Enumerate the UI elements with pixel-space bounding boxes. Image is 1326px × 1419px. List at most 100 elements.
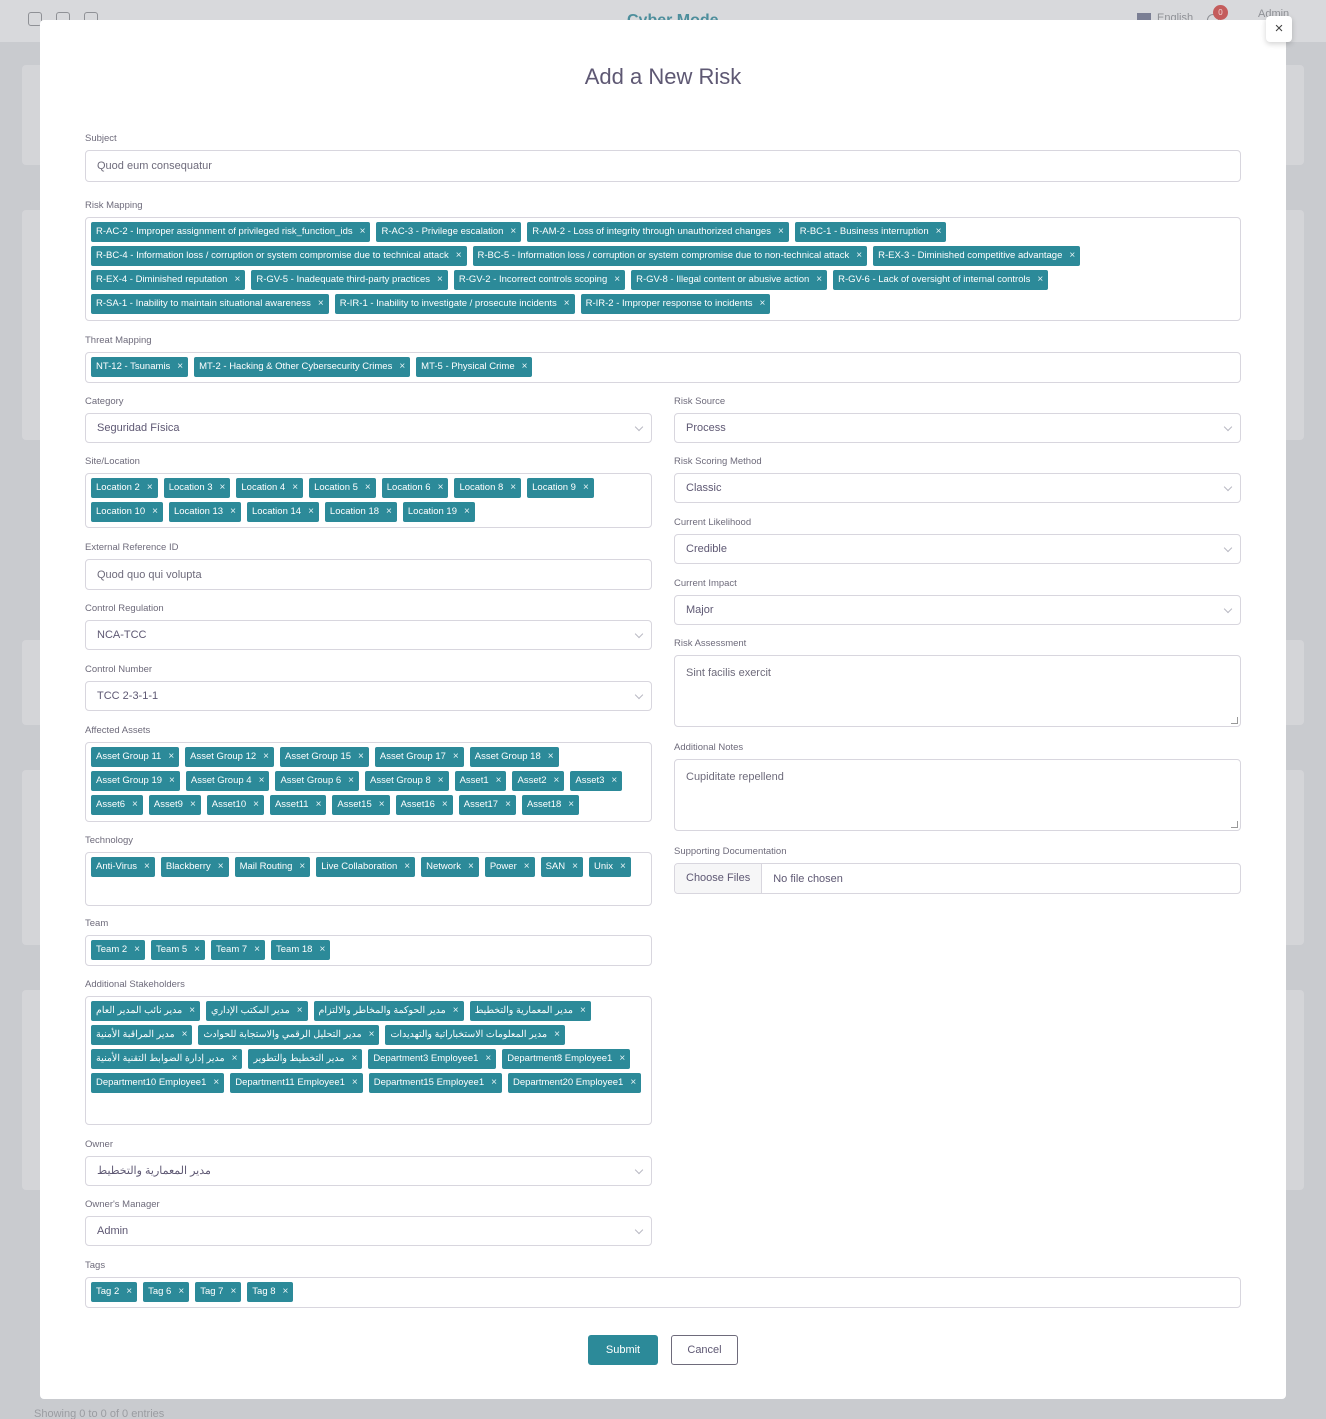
remove-tag-icon[interactable]: × [369,1025,375,1045]
remove-tag-icon[interactable]: × [230,502,236,522]
remove-tag-icon[interactable]: × [190,795,196,815]
remove-tag-icon[interactable]: × [299,857,305,877]
team-select[interactable]: Team 2 × Team 5 × Team 7 × Team 18 × [85,935,652,966]
remove-tag-icon[interactable]: × [134,940,140,960]
subject-input[interactable]: Quod eum consequatur [85,150,1241,182]
remove-tag-icon[interactable]: × [351,1049,357,1069]
remove-tag-icon[interactable]: × [232,1049,238,1069]
remove-tag-icon[interactable]: × [510,478,516,498]
category-select[interactable]: Seguridad Física [85,413,652,443]
risk-scoring-method-select[interactable]: Classic [674,473,1241,503]
remove-tag-icon[interactable]: × [572,857,578,877]
remove-tag-icon[interactable]: × [365,478,371,498]
remove-tag-icon[interactable]: × [404,857,410,877]
remove-tag-icon[interactable]: × [510,222,516,242]
remove-tag-icon[interactable]: × [386,502,392,522]
remove-tag-icon[interactable]: × [230,1282,236,1302]
remove-tag-icon[interactable]: × [438,478,444,498]
remove-tag-icon[interactable]: × [442,795,448,815]
cancel-button[interactable]: Cancel [671,1335,738,1365]
additional-notes-textarea[interactable]: Cupiditate repellend [674,759,1241,831]
remove-tag-icon[interactable]: × [213,1073,219,1093]
control-regulation-select[interactable]: NCA-TCC [85,620,652,650]
resize-handle-icon[interactable] [1231,821,1238,828]
remove-tag-icon[interactable]: × [491,1073,497,1093]
stakeholders-select[interactable]: مدير نائب المدير العام × مدير المكتب الإدا… [85,996,652,1125]
remove-tag-icon[interactable]: × [464,502,470,522]
remove-tag-icon[interactable]: × [399,357,405,377]
resize-handle-icon[interactable] [1231,717,1238,724]
remove-tag-icon[interactable]: × [568,795,574,815]
remove-tag-icon[interactable]: × [564,294,570,314]
remove-tag-icon[interactable]: × [283,1282,289,1302]
submit-button[interactable]: Submit [588,1335,658,1365]
remove-tag-icon[interactable]: × [936,222,942,242]
remove-tag-icon[interactable]: × [177,357,183,377]
remove-tag-icon[interactable]: × [132,795,138,815]
remove-tag-icon[interactable]: × [468,857,474,877]
affected-assets-select[interactable]: Asset Group 11 × Asset Group 12 × Asset Grou… [85,742,652,822]
choose-files-button[interactable]: Choose Files [675,864,763,893]
remove-tag-icon[interactable]: × [505,795,511,815]
threat-mapping-select[interactable]: NT-12 - Tsunamis × MT-2 - Hacking & Other … [85,352,1241,383]
remove-tag-icon[interactable]: × [379,795,385,815]
remove-tag-icon[interactable]: × [126,1282,132,1302]
remove-tag-icon[interactable]: × [554,771,560,791]
remove-tag-icon[interactable]: × [437,270,443,290]
remove-tag-icon[interactable]: × [254,940,260,960]
remove-tag-icon[interactable]: × [263,747,269,767]
remove-tag-icon[interactable]: × [620,857,626,877]
risk-source-select[interactable]: Process [674,413,1241,443]
remove-tag-icon[interactable]: × [580,1001,586,1021]
remove-tag-icon[interactable]: × [169,771,175,791]
site-location-select[interactable]: Location 2 × Location 3 × Location 4 × Locatio… [85,473,652,528]
remove-tag-icon[interactable]: × [234,270,240,290]
remove-tag-icon[interactable]: × [147,478,153,498]
remove-tag-icon[interactable]: × [297,1001,303,1021]
remove-tag-icon[interactable]: × [189,1001,195,1021]
remove-tag-icon[interactable]: × [318,294,324,314]
remove-tag-icon[interactable]: × [308,502,314,522]
remove-tag-icon[interactable]: × [524,857,530,877]
remove-tag-icon[interactable]: × [522,357,528,377]
remove-tag-icon[interactable]: × [182,1025,188,1045]
remove-tag-icon[interactable]: × [316,795,322,815]
risk-mapping-select[interactable]: R-AC-2 - Improper assignment of privileg… [85,217,1241,321]
remove-tag-icon[interactable]: × [360,222,366,242]
remove-tag-icon[interactable]: × [144,857,150,877]
risk-assessment-textarea[interactable]: Sint facilis exercit [674,655,1241,727]
close-icon[interactable]: × [1266,16,1292,42]
remove-tag-icon[interactable]: × [619,1049,625,1069]
external-reference-input[interactable]: Quod quo qui volupta [85,559,652,590]
owner-manager-select[interactable]: Admin [85,1216,652,1246]
supporting-docs-file-input[interactable]: Choose Files No file chosen [674,863,1241,894]
remove-tag-icon[interactable]: × [319,940,325,960]
remove-tag-icon[interactable]: × [152,502,158,522]
remove-tag-icon[interactable]: × [496,771,502,791]
remove-tag-icon[interactable]: × [778,222,784,242]
remove-tag-icon[interactable]: × [614,270,620,290]
remove-tag-icon[interactable]: × [856,246,862,266]
remove-tag-icon[interactable]: × [583,478,589,498]
remove-tag-icon[interactable]: × [253,795,259,815]
remove-tag-icon[interactable]: × [220,478,226,498]
remove-tag-icon[interactable]: × [358,747,364,767]
remove-tag-icon[interactable]: × [178,1282,184,1302]
remove-tag-icon[interactable]: × [611,771,617,791]
remove-tag-icon[interactable]: × [1037,270,1043,290]
remove-tag-icon[interactable]: × [456,246,462,266]
remove-tag-icon[interactable]: × [816,270,822,290]
owner-select[interactable]: مدير المعمارية والتخطيط [85,1156,652,1186]
remove-tag-icon[interactable]: × [1069,246,1075,266]
remove-tag-icon[interactable]: × [259,771,265,791]
control-number-select[interactable]: TCC 2-3-1-1 [85,681,652,711]
technology-select[interactable]: Anti-Virus × Blackberry × Mail Routing × Live … [85,852,652,906]
current-impact-select[interactable]: Major [674,595,1241,625]
remove-tag-icon[interactable]: × [453,747,459,767]
remove-tag-icon[interactable]: × [759,294,765,314]
remove-tag-icon[interactable]: × [554,1025,560,1045]
remove-tag-icon[interactable]: × [485,1049,491,1069]
remove-tag-icon[interactable]: × [292,478,298,498]
remove-tag-icon[interactable]: × [352,1073,358,1093]
remove-tag-icon[interactable]: × [218,857,224,877]
